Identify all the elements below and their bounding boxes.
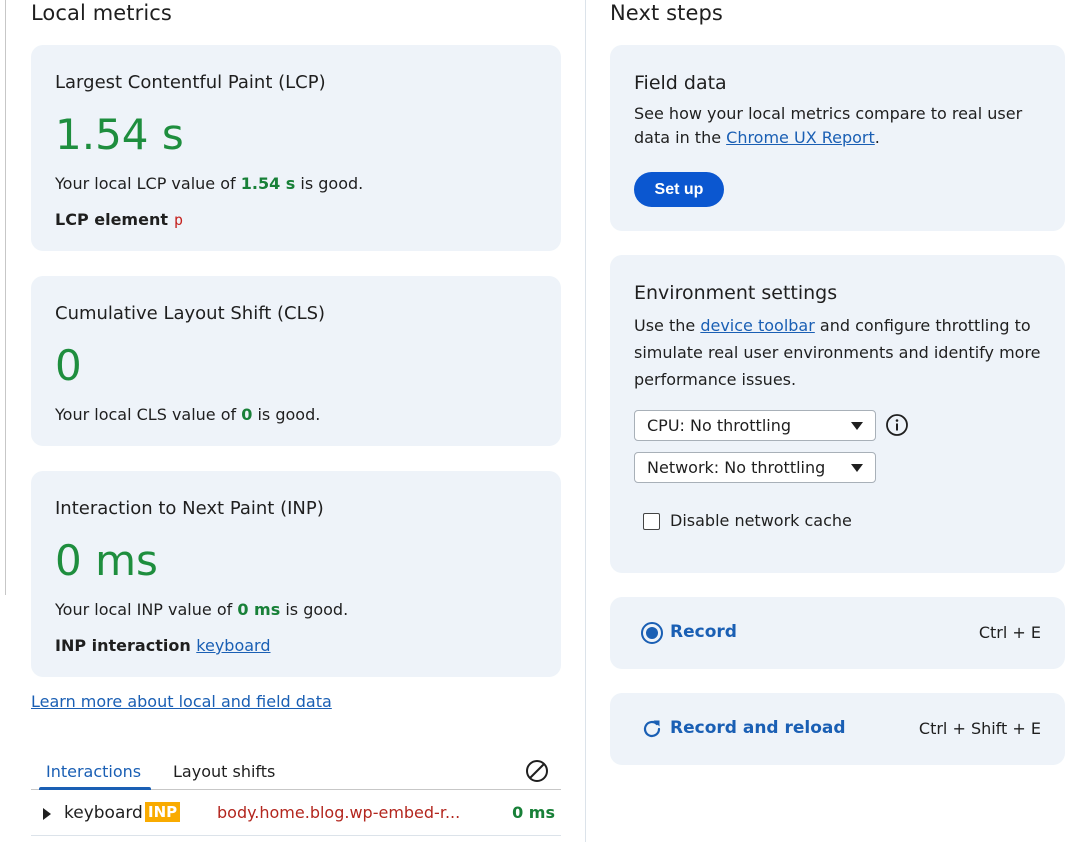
network-throttling-select[interactable]: Network: No throttling bbox=[634, 452, 876, 483]
cls-desc-value: 0 bbox=[241, 405, 253, 424]
cls-desc-suffix: is good. bbox=[252, 405, 321, 424]
environment-text: Use the device toolbar and configure thr… bbox=[634, 312, 1044, 393]
info-icon[interactable] bbox=[885, 413, 909, 437]
record-reload-card[interactable]: Record and reload Ctrl + Shift + E bbox=[610, 693, 1065, 765]
record-shortcut: Ctrl + E bbox=[978, 623, 1041, 642]
inp-desc-suffix: is good. bbox=[280, 600, 349, 619]
dropdown-arrow-icon bbox=[851, 464, 863, 472]
dropdown-arrow-icon bbox=[851, 422, 863, 430]
inp-card: Interaction to Next Paint (INP) 0 ms You… bbox=[31, 471, 561, 677]
lcp-name: Largest Contentful Paint (LCP) bbox=[55, 72, 326, 93]
inp-value: 0 ms bbox=[55, 536, 158, 585]
column-divider bbox=[585, 0, 586, 842]
left-edge-line bbox=[5, 0, 6, 595]
chrome-ux-report-link[interactable]: Chrome UX Report bbox=[726, 128, 875, 147]
field-data-text: See how your local metrics compare to re… bbox=[634, 102, 1044, 150]
interaction-target[interactable]: body.home.blog.wp-embed-r... bbox=[217, 803, 460, 822]
lcp-desc-prefix: Your local LCP value of bbox=[55, 174, 241, 193]
inp-interaction-link[interactable]: keyboard bbox=[196, 636, 270, 655]
interaction-type: keyboard bbox=[64, 803, 143, 823]
cls-name: Cumulative Layout Shift (CLS) bbox=[55, 303, 326, 324]
lcp-card: Largest Contentful Paint (LCP) 1.54 s Yo… bbox=[31, 45, 561, 251]
field-data-text-suffix: . bbox=[874, 128, 880, 147]
cls-value: 0 bbox=[55, 341, 82, 390]
record-card[interactable]: Record Ctrl + E bbox=[610, 597, 1065, 669]
active-tab-indicator bbox=[39, 787, 151, 790]
lcp-description: Your local LCP value of 1.54 s is good. bbox=[55, 174, 363, 193]
tab-interactions[interactable]: Interactions bbox=[46, 762, 141, 781]
disable-cache-label[interactable]: Disable network cache bbox=[670, 511, 852, 530]
network-select-value: Network: No throttling bbox=[647, 458, 826, 477]
field-data-title: Field data bbox=[634, 72, 727, 94]
set-up-button[interactable]: Set up bbox=[634, 172, 724, 207]
interactions-tabs: Interactions Layout shifts bbox=[31, 756, 561, 790]
table-row[interactable]: keyboard INP body.home.blog.wp-embed-r..… bbox=[31, 792, 561, 836]
record-icon bbox=[641, 622, 663, 644]
cpu-throttling-select[interactable]: CPU: No throttling bbox=[634, 410, 876, 441]
inp-badge: INP bbox=[145, 802, 181, 822]
lcp-desc-value: 1.54 s bbox=[240, 174, 296, 193]
reload-icon bbox=[643, 720, 661, 738]
inp-name: Interaction to Next Paint (INP) bbox=[55, 498, 324, 519]
lcp-element-tag[interactable]: p bbox=[174, 211, 183, 229]
inp-desc-prefix: Your local INP value of bbox=[55, 600, 238, 619]
device-toolbar-link[interactable]: device toolbar bbox=[700, 316, 814, 335]
environment-text-prefix: Use the bbox=[634, 316, 701, 335]
cls-card: Cumulative Layout Shift (CLS) 0 Your loc… bbox=[31, 276, 561, 446]
lcp-value: 1.54 s bbox=[55, 110, 184, 159]
performance-panel: Local metrics Largest Contentful Paint (… bbox=[0, 0, 1077, 842]
record-label[interactable]: Record bbox=[670, 622, 737, 642]
environment-title: Environment settings bbox=[634, 282, 838, 304]
expand-triangle-icon[interactable] bbox=[43, 808, 51, 820]
disable-cache-checkbox[interactable] bbox=[643, 513, 660, 530]
inp-interaction-row: INP interaction keyboard bbox=[55, 636, 271, 655]
environment-card: Environment settings Use the device tool… bbox=[610, 255, 1065, 573]
record-reload-shortcut: Ctrl + Shift + E bbox=[918, 719, 1041, 738]
next-steps-title: Next steps bbox=[610, 1, 723, 25]
field-data-card: Field data See how your local metrics co… bbox=[610, 45, 1065, 231]
learn-more-link[interactable]: Learn more about local and field data bbox=[31, 692, 332, 711]
cls-description: Your local CLS value of 0 is good. bbox=[55, 405, 320, 424]
local-metrics-title: Local metrics bbox=[31, 1, 172, 25]
inp-desc-value: 0 ms bbox=[237, 600, 281, 619]
cls-desc-prefix: Your local CLS value of bbox=[55, 405, 242, 424]
interaction-duration: 0 ms bbox=[512, 803, 555, 822]
lcp-element-row: LCP element p bbox=[55, 210, 183, 229]
inp-interaction-label: INP interaction bbox=[55, 636, 191, 655]
record-reload-label[interactable]: Record and reload bbox=[670, 718, 846, 738]
lcp-desc-suffix: is good. bbox=[295, 174, 364, 193]
lcp-element-label: LCP element bbox=[55, 210, 168, 229]
inp-description: Your local INP value of 0 ms is good. bbox=[55, 600, 348, 619]
cpu-select-value: CPU: No throttling bbox=[647, 416, 792, 435]
tab-layout-shifts[interactable]: Layout shifts bbox=[173, 762, 275, 781]
clear-icon[interactable] bbox=[525, 759, 549, 783]
